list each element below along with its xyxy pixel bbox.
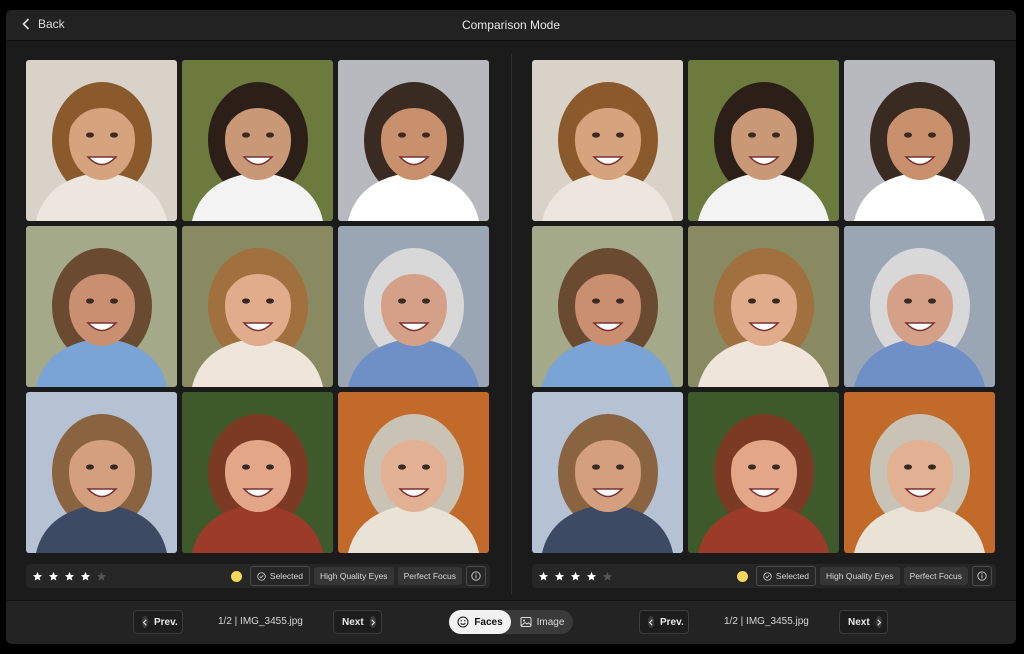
focus-label: Perfect Focus — [909, 571, 962, 581]
faces-toggle-button[interactable]: Faces — [449, 610, 511, 634]
selected-label: Selected — [269, 571, 303, 581]
perfect-focus-tag[interactable]: Perfect Focus — [397, 567, 462, 585]
eyes-label: High Quality Eyes — [826, 571, 894, 581]
info-icon — [977, 571, 987, 581]
chevron-left-icon — [142, 616, 148, 628]
prev-button-left[interactable]: Prev. — [133, 610, 183, 634]
face-grid — [532, 60, 996, 554]
face-thumbnail[interactable] — [26, 226, 177, 387]
high-quality-eyes-tag[interactable]: High Quality Eyes — [820, 567, 900, 585]
right-pane: Selected High Quality Eyes Perfect Focus — [532, 54, 1008, 594]
file-position-left: 1/2 | IMG_3455.jpg — [218, 616, 303, 627]
face-grid — [26, 60, 490, 554]
image-toggle-button[interactable]: Image — [511, 610, 573, 634]
star-icon[interactable] — [570, 571, 581, 582]
pane-divider — [511, 54, 512, 594]
face-thumbnail[interactable] — [26, 392, 177, 553]
star-icon[interactable] — [96, 571, 107, 582]
check-circle-icon — [257, 571, 266, 581]
face-thumbnail[interactable] — [182, 392, 333, 553]
faces-label: Faces — [474, 616, 503, 628]
face-thumbnail[interactable] — [532, 392, 683, 553]
view-toggle: Faces Image — [449, 610, 573, 634]
comparison-window: Back Comparison Mode Selected High Quali… — [6, 10, 1016, 644]
star-icon[interactable] — [64, 571, 75, 582]
star-rating[interactable] — [538, 571, 613, 582]
high-quality-eyes-tag[interactable]: High Quality Eyes — [314, 567, 394, 585]
selected-tag[interactable]: Selected — [755, 566, 816, 586]
star-icon[interactable] — [32, 571, 43, 582]
star-rating[interactable] — [32, 571, 107, 582]
next-label: Next — [848, 616, 870, 628]
face-thumbnail[interactable] — [338, 226, 489, 387]
info-bar: Selected High Quality Eyes Perfect Focus — [26, 564, 490, 588]
check-circle-icon — [763, 571, 772, 581]
star-icon[interactable] — [586, 571, 597, 582]
face-thumbnail[interactable] — [844, 392, 995, 553]
face-thumbnail[interactable] — [338, 60, 489, 221]
star-icon[interactable] — [80, 571, 91, 582]
face-thumbnail[interactable] — [26, 60, 177, 221]
chevron-left-icon — [648, 616, 654, 628]
selected-tag[interactable]: Selected — [249, 566, 310, 586]
prev-label: Prev. — [660, 616, 684, 628]
prev-button-right[interactable]: Prev. — [639, 610, 689, 634]
face-thumbnail[interactable] — [182, 226, 333, 387]
focus-label: Perfect Focus — [403, 571, 456, 581]
perfect-focus-tag[interactable]: Perfect Focus — [903, 567, 968, 585]
file-position-right: 1/2 | IMG_3455.jpg — [724, 616, 809, 627]
chevron-right-icon — [875, 616, 882, 628]
star-icon[interactable] — [554, 571, 565, 582]
info-bar: Selected High Quality Eyes Perfect Focus — [532, 564, 996, 588]
face-thumbnail[interactable] — [844, 60, 995, 221]
chevron-right-icon — [369, 616, 376, 628]
face-thumbnail[interactable] — [688, 60, 839, 221]
image-icon — [520, 617, 532, 627]
face-thumbnail[interactable] — [844, 226, 995, 387]
info-button[interactable] — [466, 566, 486, 586]
star-icon[interactable] — [48, 571, 59, 582]
left-pane: Selected High Quality Eyes Perfect Focus — [26, 54, 502, 594]
page-title: Comparison Mode — [461, 18, 561, 32]
next-button-left[interactable]: Next — [333, 610, 382, 634]
star-icon[interactable] — [538, 571, 549, 582]
image-label: Image — [536, 616, 565, 628]
color-label-dot[interactable] — [230, 570, 242, 582]
smiley-icon — [457, 616, 469, 628]
next-button-right[interactable]: Next — [839, 610, 888, 634]
bottom-bar: Prev. 1/2 | IMG_3455.jpg Next Faces Imag… — [6, 600, 1016, 644]
info-button[interactable] — [972, 566, 992, 586]
selected-label: Selected — [775, 571, 809, 581]
next-label: Next — [342, 616, 364, 628]
face-thumbnail[interactable] — [532, 60, 683, 221]
star-icon[interactable] — [602, 571, 613, 582]
face-thumbnail[interactable] — [182, 60, 333, 221]
title-bar: Back Comparison Mode — [6, 10, 1016, 41]
face-thumbnail[interactable] — [532, 226, 683, 387]
info-icon — [471, 571, 481, 581]
prev-label: Prev. — [154, 616, 178, 628]
face-thumbnail[interactable] — [338, 392, 489, 553]
face-thumbnail[interactable] — [688, 226, 839, 387]
color-label-dot[interactable] — [736, 570, 748, 582]
eyes-label: High Quality Eyes — [320, 571, 388, 581]
face-thumbnail[interactable] — [688, 392, 839, 553]
